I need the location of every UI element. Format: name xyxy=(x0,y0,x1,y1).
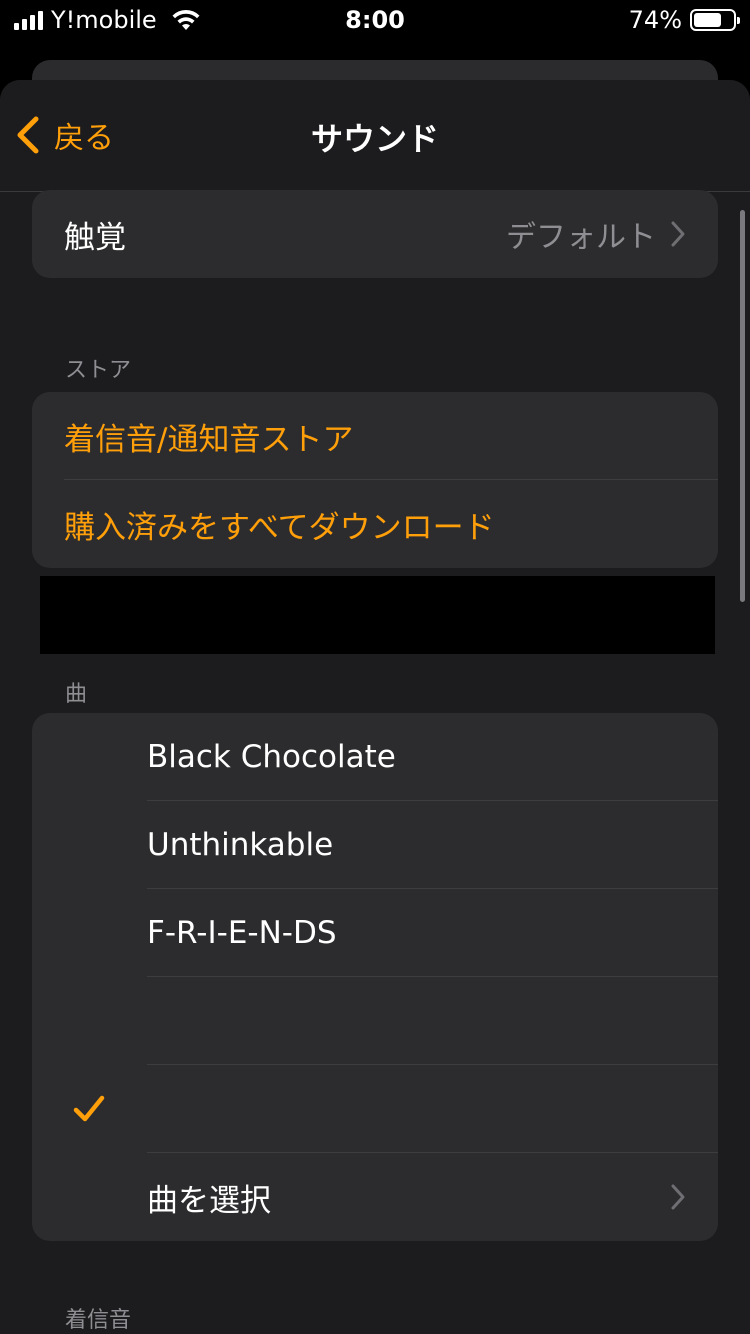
sounds-sheet: 戻る サウンド 触覚 デフォルト ストア 着信音/通知音ストア 購入済みをすべて… xyxy=(0,80,750,1334)
song-row-selected[interactable] xyxy=(32,1065,718,1153)
tone-store-label: 着信音/通知音ストア xyxy=(64,421,354,458)
scroll-indicator[interactable] xyxy=(740,210,745,602)
download-all-purchased-link[interactable]: 購入済みをすべてダウンロード xyxy=(32,480,718,568)
page-title: サウンド xyxy=(310,120,439,158)
pick-song-row[interactable]: 曲を選択 xyxy=(32,1153,718,1241)
battery-level xyxy=(694,13,722,27)
song-row[interactable] xyxy=(32,977,718,1065)
status-right: 74% xyxy=(628,6,740,34)
haptics-value: デフォルト xyxy=(506,220,656,255)
battery-percent: 74% xyxy=(628,6,682,34)
haptics-row[interactable]: 触覚 デフォルト xyxy=(32,190,718,278)
store-group: 着信音/通知音ストア 購入済みをすべてダウンロード xyxy=(32,392,718,568)
songs-section-header: 曲 xyxy=(65,682,88,707)
tone-store-link[interactable]: 着信音/通知音ストア xyxy=(32,392,718,480)
haptics-label: 触覚 xyxy=(64,219,126,256)
song-row[interactable]: F-R-I-E-N-DS xyxy=(32,889,718,977)
chevron-right-icon xyxy=(671,1184,685,1210)
song-title: Unthinkable xyxy=(147,827,334,863)
songs-group: Black Chocolate Unthinkable F-R-I-E-N-DS… xyxy=(32,713,718,1241)
store-section-header: ストア xyxy=(65,358,132,383)
battery-icon xyxy=(690,9,740,31)
ringtones-section-header: 着信音 xyxy=(65,1308,132,1333)
song-title: F-R-I-E-N-DS xyxy=(147,915,337,951)
song-row[interactable]: Black Chocolate xyxy=(32,713,718,801)
navigation-bar: 戻る サウンド xyxy=(0,80,750,192)
pick-song-label: 曲を選択 xyxy=(147,1182,271,1219)
download-all-purchased-label: 購入済みをすべてダウンロード xyxy=(64,509,495,546)
song-title: Black Chocolate xyxy=(147,739,396,775)
redacted-area xyxy=(40,576,715,654)
checkmark-icon xyxy=(73,1095,105,1122)
haptics-group: 触覚 デフォルト xyxy=(32,190,718,278)
screen: Y!mobile 8:00 74% 戻る サウンド 触覚 デフォルト ストア 着… xyxy=(0,0,750,1334)
chevron-right-icon xyxy=(671,221,685,247)
battery-cap xyxy=(737,17,740,24)
status-bar: Y!mobile 8:00 74% xyxy=(0,0,750,42)
song-row[interactable]: Unthinkable xyxy=(32,801,718,889)
